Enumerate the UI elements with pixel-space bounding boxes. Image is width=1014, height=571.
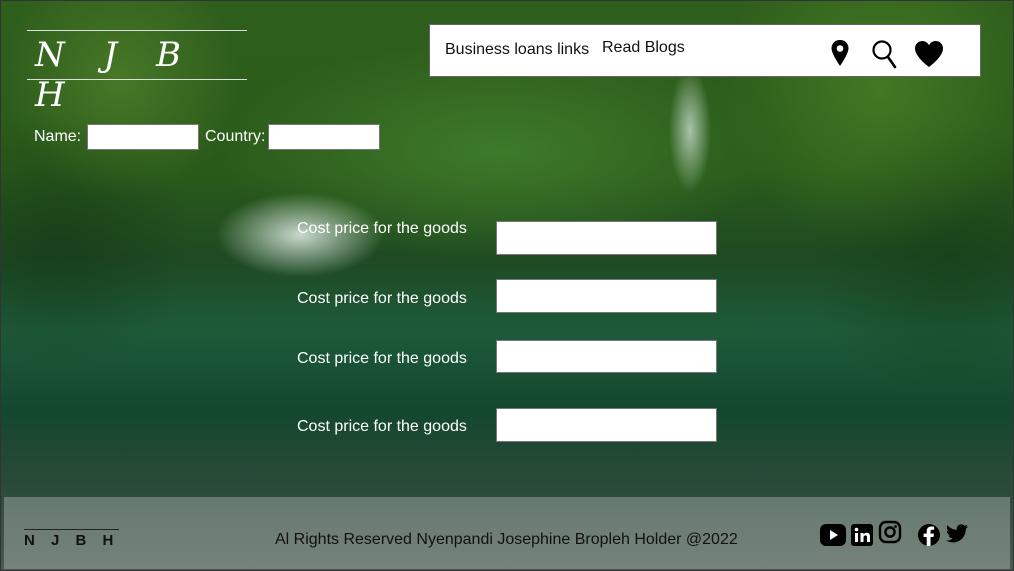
cost-price-input-3[interactable] — [496, 340, 717, 373]
copyright-text: Al Rights Reserved Nyenpandi Josephine B… — [275, 531, 738, 548]
cost-price-label-2: Cost price for the goods — [297, 290, 467, 307]
cost-price-input-2[interactable] — [496, 279, 717, 313]
country-label: Country: — [205, 128, 266, 145]
search-icon[interactable] — [871, 39, 897, 74]
brand-logo-text: N J B H — [35, 35, 195, 115]
twitter-icon[interactable] — [944, 521, 970, 552]
nav-link-business-loans[interactable]: Business loans links — [445, 41, 589, 59]
youtube-icon[interactable] — [819, 522, 847, 553]
cost-price-label-1: Cost price for the goods — [297, 220, 467, 237]
location-pin-icon[interactable] — [830, 39, 850, 72]
facebook-icon[interactable] — [917, 521, 941, 554]
cost-price-label-4: Cost price for the goods — [297, 418, 467, 435]
heart-icon[interactable] — [914, 40, 944, 73]
page-background: N J B H Business loans links Read Blogs … — [0, 0, 1014, 571]
nav-link-read-blogs[interactable]: Read Blogs — [602, 39, 685, 57]
cost-price-input-1[interactable] — [496, 221, 717, 255]
instagram-icon[interactable] — [878, 519, 902, 552]
brand-logo[interactable]: N J B H — [27, 30, 247, 115]
cost-price-input-4[interactable] — [496, 408, 717, 442]
top-nav-bar: Business loans links Read Blogs — [429, 24, 981, 77]
name-label: Name: — [34, 128, 82, 145]
linkedin-icon[interactable] — [851, 522, 873, 553]
cost-price-label-3: Cost price for the goods — [297, 350, 467, 367]
name-input[interactable] — [87, 124, 199, 150]
footer-logo[interactable]: N J B H — [24, 529, 120, 549]
country-input[interactable] — [268, 124, 380, 150]
